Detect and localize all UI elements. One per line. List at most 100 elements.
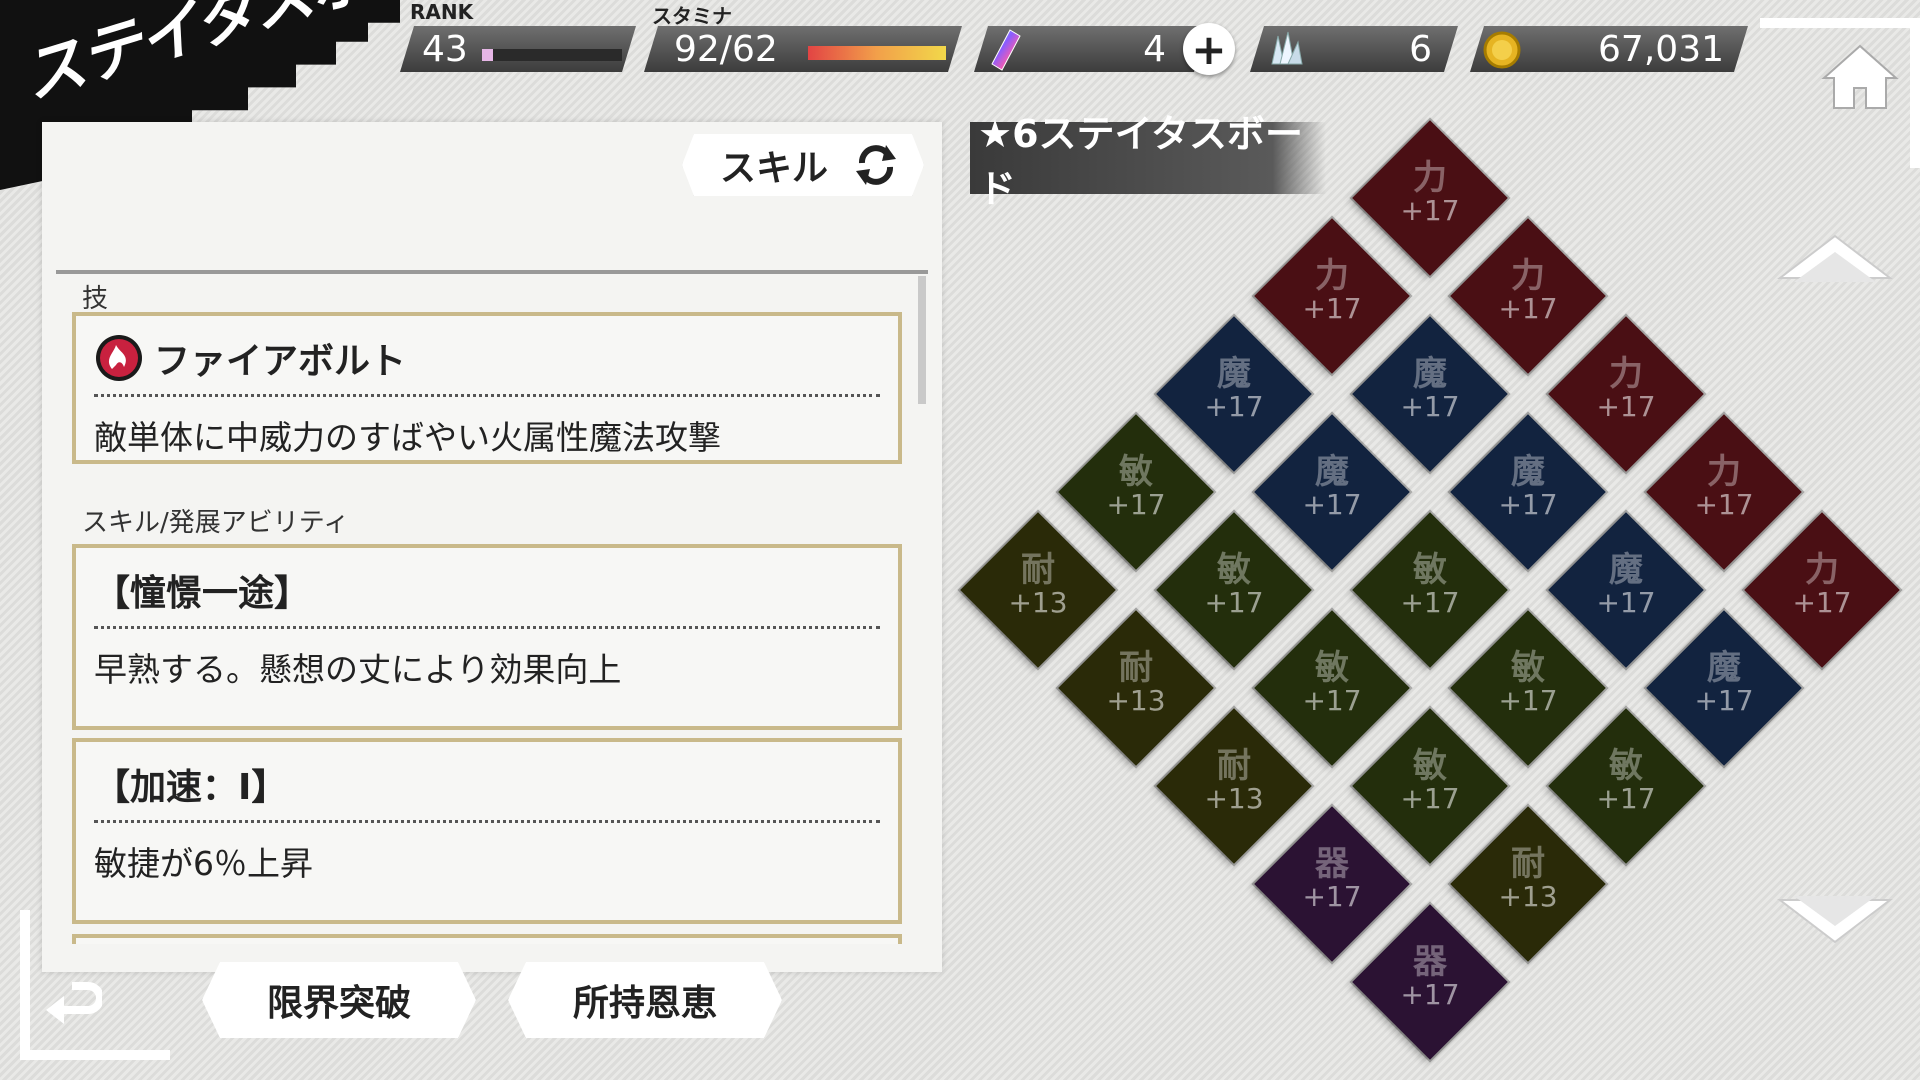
- board-tile-stat: 魔: [1609, 550, 1643, 590]
- board-tile-label: 力 +17: [1747, 552, 1897, 662]
- board-tile-label: 魔 +17: [1453, 454, 1603, 564]
- board-tile-label: 力 +17: [1257, 258, 1407, 368]
- board-tile-label: 魔 +17: [1355, 356, 1505, 466]
- board-tile-value: +17: [1694, 684, 1754, 717]
- home-icon: [1821, 44, 1899, 109]
- board-tile-value: +17: [1498, 292, 1558, 325]
- board-tile-stat: 敏: [1217, 550, 1251, 590]
- board-tile-stat: 耐: [1119, 648, 1153, 688]
- rank-progress-track: [482, 49, 622, 61]
- board-tile-value: +17: [1400, 782, 1460, 815]
- board-tile-label: 敏 +17: [1159, 552, 1309, 662]
- cycle-icon: [852, 141, 900, 189]
- board-tile-label: 敏 +17: [1355, 748, 1505, 858]
- technique-name: ファイアボルト: [154, 341, 407, 382]
- board-tile-label: 魔 +17: [1551, 552, 1701, 662]
- back-arrow-icon: [46, 982, 102, 1024]
- stamina-progress-track: [808, 46, 946, 60]
- owned-blessings-button[interactable]: 所持恩恵: [508, 962, 782, 1038]
- ability-title: 【加速：Ⅰ】: [94, 758, 880, 823]
- board-tile-stat: 敏: [1609, 746, 1643, 786]
- board-tile-stat: 敏: [1119, 452, 1153, 492]
- back-button[interactable]: [20, 910, 170, 1060]
- stamina-bar: 92/62: [644, 26, 962, 72]
- board-tile-label: 魔 +17: [1649, 650, 1799, 760]
- skill-list[interactable]: 技 ファイアボルト 敵単体に中威力のすばやい火属性魔法攻撃 スキル/発展アビリテ…: [56, 270, 928, 944]
- board-tile-value: +17: [1204, 390, 1264, 423]
- scroll-down-arrow-icon[interactable]: [1776, 892, 1894, 962]
- board-tile-value: +17: [1596, 782, 1656, 815]
- board-tile-value: +17: [1400, 978, 1460, 1011]
- skill-tab-label: スキル: [720, 148, 829, 189]
- board-tile-value: +13: [1008, 586, 1068, 619]
- board-tile-label: 敏 +17: [1453, 650, 1603, 760]
- board-tile-label: 力 +17: [1551, 356, 1701, 466]
- board-tile-value: +17: [1302, 880, 1362, 913]
- board-tile-stat: 力: [1707, 452, 1741, 492]
- board-tile-label: 力 +17: [1355, 160, 1505, 270]
- rank-label: RANK: [410, 0, 474, 24]
- board-tile-stat: 力: [1315, 256, 1349, 296]
- board-tile-value: +17: [1302, 292, 1362, 325]
- rainbow-gem-icon: [988, 28, 1022, 72]
- ability-card: 【加速：Ⅰ】 敏捷が6％上昇: [72, 738, 902, 924]
- board-tile-label: 敏 +17: [1551, 748, 1701, 858]
- board-title: ★6ステイタスボード: [970, 112, 1326, 211]
- crystal-icon: [1264, 30, 1304, 68]
- board-tile-label: 魔 +17: [1159, 356, 1309, 466]
- skill-list-scrollbar[interactable]: [918, 276, 926, 404]
- limit-break-button[interactable]: 限界突破: [202, 962, 476, 1038]
- board-tile-value: +13: [1498, 880, 1558, 913]
- board-tile-stat: 器: [1413, 942, 1447, 982]
- board-tile-label: 器 +17: [1257, 846, 1407, 956]
- skill-tab-toggle[interactable]: スキル: [682, 134, 924, 196]
- board-tile-value: +17: [1498, 488, 1558, 521]
- board-tile-stat: 力: [1511, 256, 1545, 296]
- board-tile-label: 耐 +13: [1453, 846, 1603, 956]
- home-button[interactable]: [1760, 18, 1920, 168]
- board-tile-value: +13: [1204, 782, 1264, 815]
- technique-card: ファイアボルト 敵単体に中威力のすばやい火属性魔法攻撃: [72, 312, 902, 464]
- ability-description: 敏捷が6％上昇: [94, 844, 313, 883]
- gold-count: 67,031: [1598, 28, 1724, 70]
- board-tile-label: 力 +17: [1649, 454, 1799, 564]
- technique-section-label: 技: [82, 284, 109, 314]
- board-tile-value: +17: [1498, 684, 1558, 717]
- add-gem-button[interactable]: +: [1183, 23, 1235, 75]
- rank-value: 43: [422, 28, 468, 70]
- rank-progress-fill: [482, 49, 493, 61]
- board-tile-stat: 魔: [1707, 648, 1741, 688]
- technique-title-row: ファイアボルト: [94, 332, 880, 397]
- board-tile-stat: 耐: [1217, 746, 1251, 786]
- stamina-progress-fill: [808, 46, 946, 60]
- board-tile-value: +17: [1204, 586, 1264, 619]
- board-tile-value: +17: [1596, 390, 1656, 423]
- gold-bar: 67,031: [1470, 26, 1748, 72]
- board-tile-value: +17: [1694, 488, 1754, 521]
- ability-title: 【憧憬一途】: [94, 564, 880, 629]
- board-tile-stat: 敏: [1511, 648, 1545, 688]
- ability-card: 【憧憬一途】 早熟する。懸想の丈により効果向上: [72, 544, 902, 730]
- board-tile-stat: 敏: [1315, 648, 1349, 688]
- board-tile-label: 耐 +13: [1061, 650, 1211, 760]
- board-tile-stat: 耐: [1021, 550, 1055, 590]
- ability-description: 早熟する。懸想の丈により効果向上: [94, 650, 622, 689]
- board-tile-value: +17: [1400, 194, 1460, 227]
- stamina-label: スタミナ: [652, 4, 732, 28]
- board-tile-value: +17: [1302, 684, 1362, 717]
- board-tile-stat: 魔: [1511, 452, 1545, 492]
- board-tile-stat: 力: [1413, 158, 1447, 198]
- board-tile-value: +17: [1106, 488, 1166, 521]
- board-tile-stat: 魔: [1217, 354, 1251, 394]
- board-tile-label: 耐 +13: [963, 552, 1113, 662]
- board-tile-label: 魔 +17: [1257, 454, 1407, 564]
- board-tile-value: +17: [1302, 488, 1362, 521]
- rank-bar: 43: [400, 26, 636, 72]
- scroll-up-arrow-icon[interactable]: [1776, 232, 1894, 302]
- technique-description: 敵単体に中威力のすばやい火属性魔法攻撃: [94, 418, 721, 457]
- board-tile-label: 敏 +17: [1355, 552, 1505, 662]
- crystal-bar: 6: [1250, 26, 1458, 72]
- board-tile-stat: 魔: [1315, 452, 1349, 492]
- board-tile-stat: 器: [1315, 844, 1349, 884]
- stamina-value: 92/62: [674, 28, 778, 70]
